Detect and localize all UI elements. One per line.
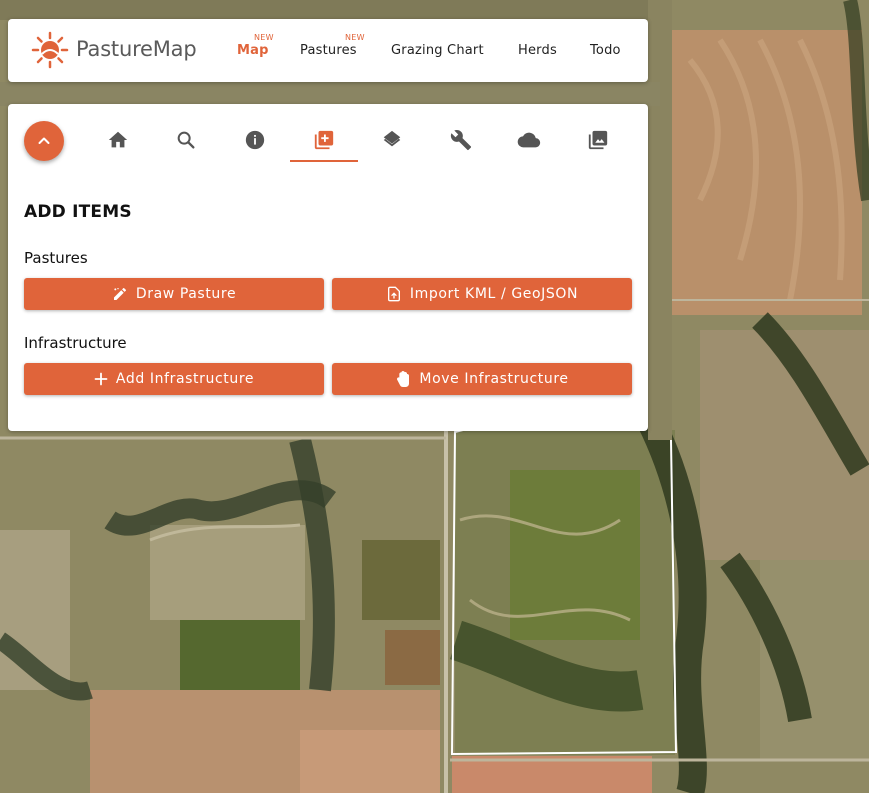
nav-pastures-new-badge: NEW	[345, 33, 365, 42]
layers-icon[interactable]	[380, 128, 404, 152]
photos-icon[interactable]	[586, 128, 610, 152]
file-upload-icon	[387, 286, 400, 302]
nav-item-map[interactable]: Map	[237, 43, 269, 58]
infrastructure-section-label: Infrastructure	[24, 334, 127, 352]
draw-pasture-label: Draw Pasture	[135, 286, 237, 302]
import-kml-geojson-button[interactable]: Import KML / GeoJSON	[332, 278, 632, 310]
hand-icon	[397, 371, 410, 387]
nav-map-new-badge: NEW	[254, 33, 274, 42]
draw-pencil-icon	[113, 288, 126, 300]
import-kml-geojson-label: Import KML / GeoJSON	[409, 286, 579, 302]
active-tab-indicator	[290, 160, 358, 162]
draw-pasture-button[interactable]: Draw Pasture	[24, 278, 324, 310]
add-items-panel: ADD ITEMS Pastures Draw Pasture Import K…	[8, 104, 648, 431]
nav-item-todo[interactable]: Todo	[590, 43, 621, 58]
pastures-section-label: Pastures	[24, 249, 88, 267]
nav-item-herds[interactable]: Herds	[518, 43, 557, 58]
pasturemap-logo-icon[interactable]	[30, 30, 70, 70]
move-infrastructure-button[interactable]: Move Infrastructure	[332, 363, 632, 395]
collapse-panel-button[interactable]	[24, 121, 64, 161]
panel-title: ADD ITEMS	[24, 202, 132, 222]
chevron-up-icon	[38, 137, 50, 144]
add-infrastructure-label: Add Infrastructure	[115, 371, 255, 387]
add-items-icon[interactable]	[312, 128, 336, 152]
nav-item-pastures[interactable]: Pastures	[300, 43, 357, 58]
cloud-icon[interactable]	[517, 128, 541, 152]
plus-icon	[94, 372, 108, 386]
home-icon[interactable]	[106, 128, 130, 152]
search-icon[interactable]	[174, 128, 198, 152]
nav-item-grazing-chart[interactable]: Grazing Chart	[391, 43, 484, 58]
brand-name[interactable]: PastureMap	[76, 37, 197, 61]
add-infrastructure-button[interactable]: Add Infrastructure	[24, 363, 324, 395]
move-infrastructure-label: Move Infrastructure	[419, 371, 569, 387]
top-navigation-bar: PastureMap NEW Map NEW Pastures Grazing …	[8, 19, 648, 82]
wrench-icon[interactable]	[449, 128, 473, 152]
info-icon[interactable]	[243, 128, 267, 152]
